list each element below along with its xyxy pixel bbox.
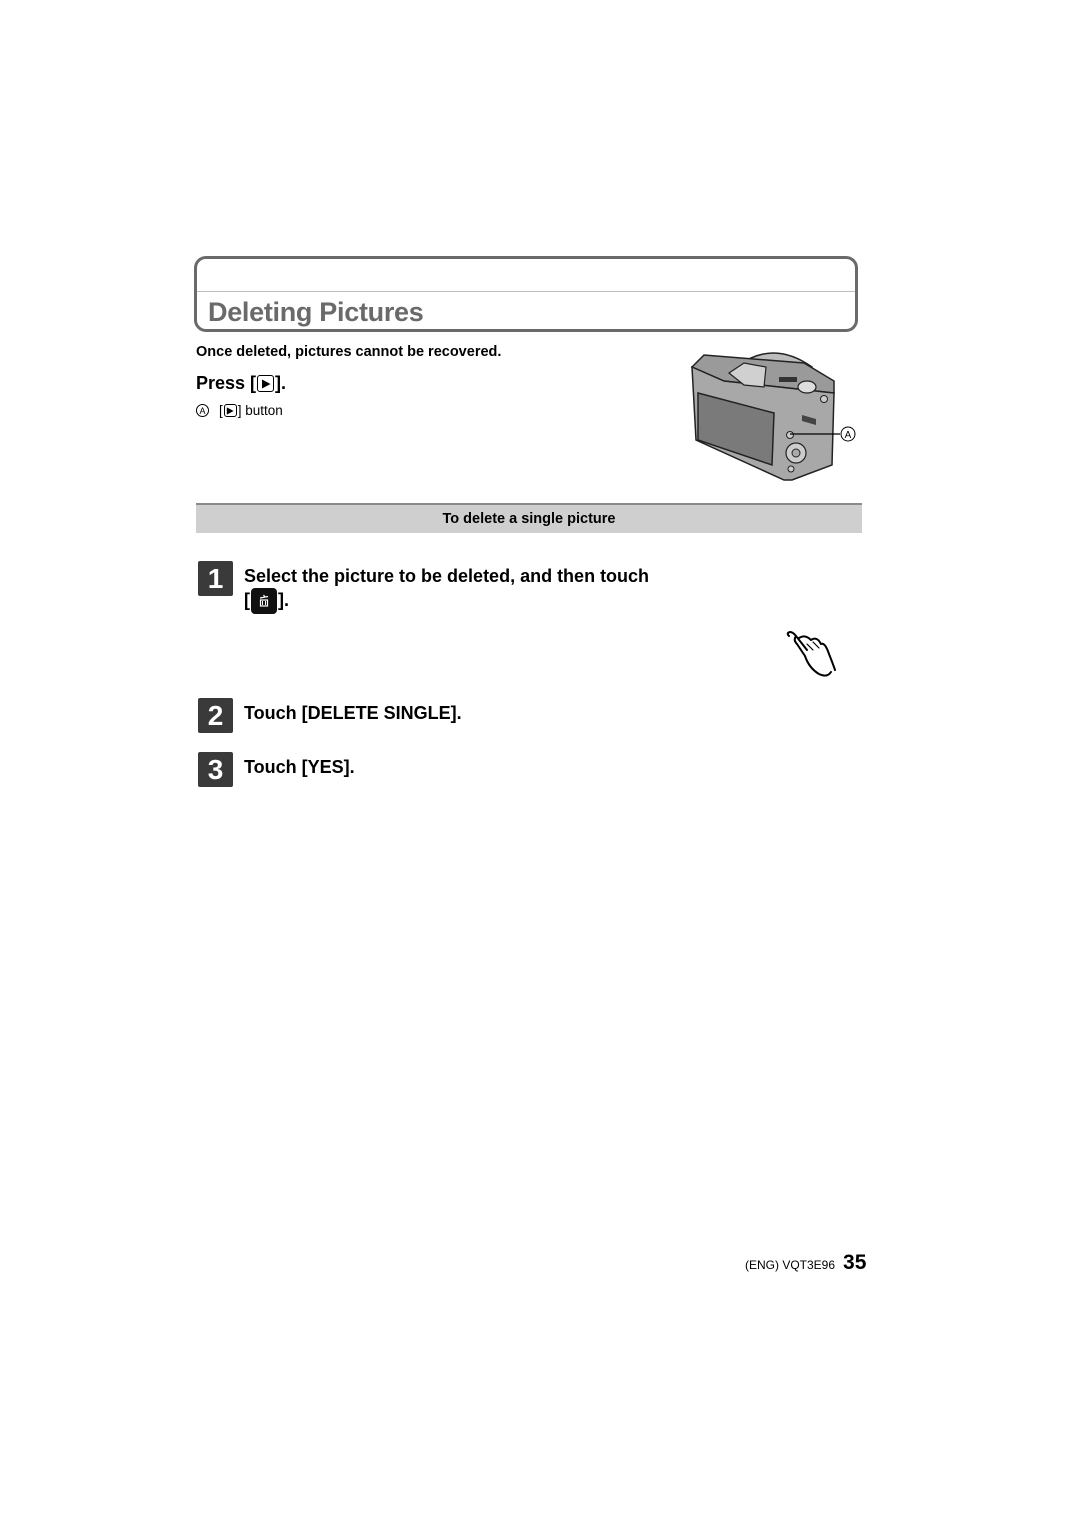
camera-illustration: A: [690, 352, 856, 481]
step-number: 2: [198, 698, 233, 733]
page-title: Deleting Pictures: [208, 297, 424, 327]
button-callout: A [ ] button: [196, 403, 283, 418]
callout-letter: A: [196, 404, 209, 417]
camera-callout-letter: A: [845, 430, 852, 441]
touch-hand-icon: [786, 631, 836, 677]
step-3: 3 Touch [YES].: [198, 752, 355, 787]
press-instruction: Press [ ].: [196, 373, 286, 394]
document-code: (ENG) VQT3E96: [745, 1258, 836, 1272]
section-header: To delete a single picture: [196, 503, 862, 533]
step-1: 1 Select the picture to be deleted, and …: [198, 561, 650, 615]
callout-suffix: ] button: [237, 403, 283, 418]
warning-text: Once deleted, pictures cannot be recover…: [196, 344, 502, 360]
step-text: Touch [YES].: [244, 757, 355, 777]
step-text: Touch [DELETE SINGLE].: [244, 703, 462, 723]
press-suffix: ].: [275, 373, 287, 393]
step-1-text: Select the picture to be deleted, and th…: [244, 566, 650, 586]
bracket-open: [: [244, 590, 250, 610]
step-number: 3: [198, 752, 233, 787]
step-number: 1: [198, 561, 233, 596]
playback-icon: [257, 375, 275, 392]
step-text: Select the picture to be deleted, and th…: [244, 561, 650, 615]
playback-icon: [223, 404, 237, 417]
page-number: 35: [843, 1251, 867, 1274]
callout-prefix: [: [219, 403, 223, 418]
press-prefix: Press [: [196, 373, 257, 393]
section-title-box: Deleting Pictures: [194, 256, 858, 332]
title-divider: [197, 291, 855, 292]
trash-icon: [251, 588, 277, 615]
step-2: 2 Touch [DELETE SINGLE].: [198, 698, 462, 733]
bracket-close: ].: [278, 590, 289, 610]
page-footer: (ENG) VQT3E96 35: [745, 1251, 866, 1275]
